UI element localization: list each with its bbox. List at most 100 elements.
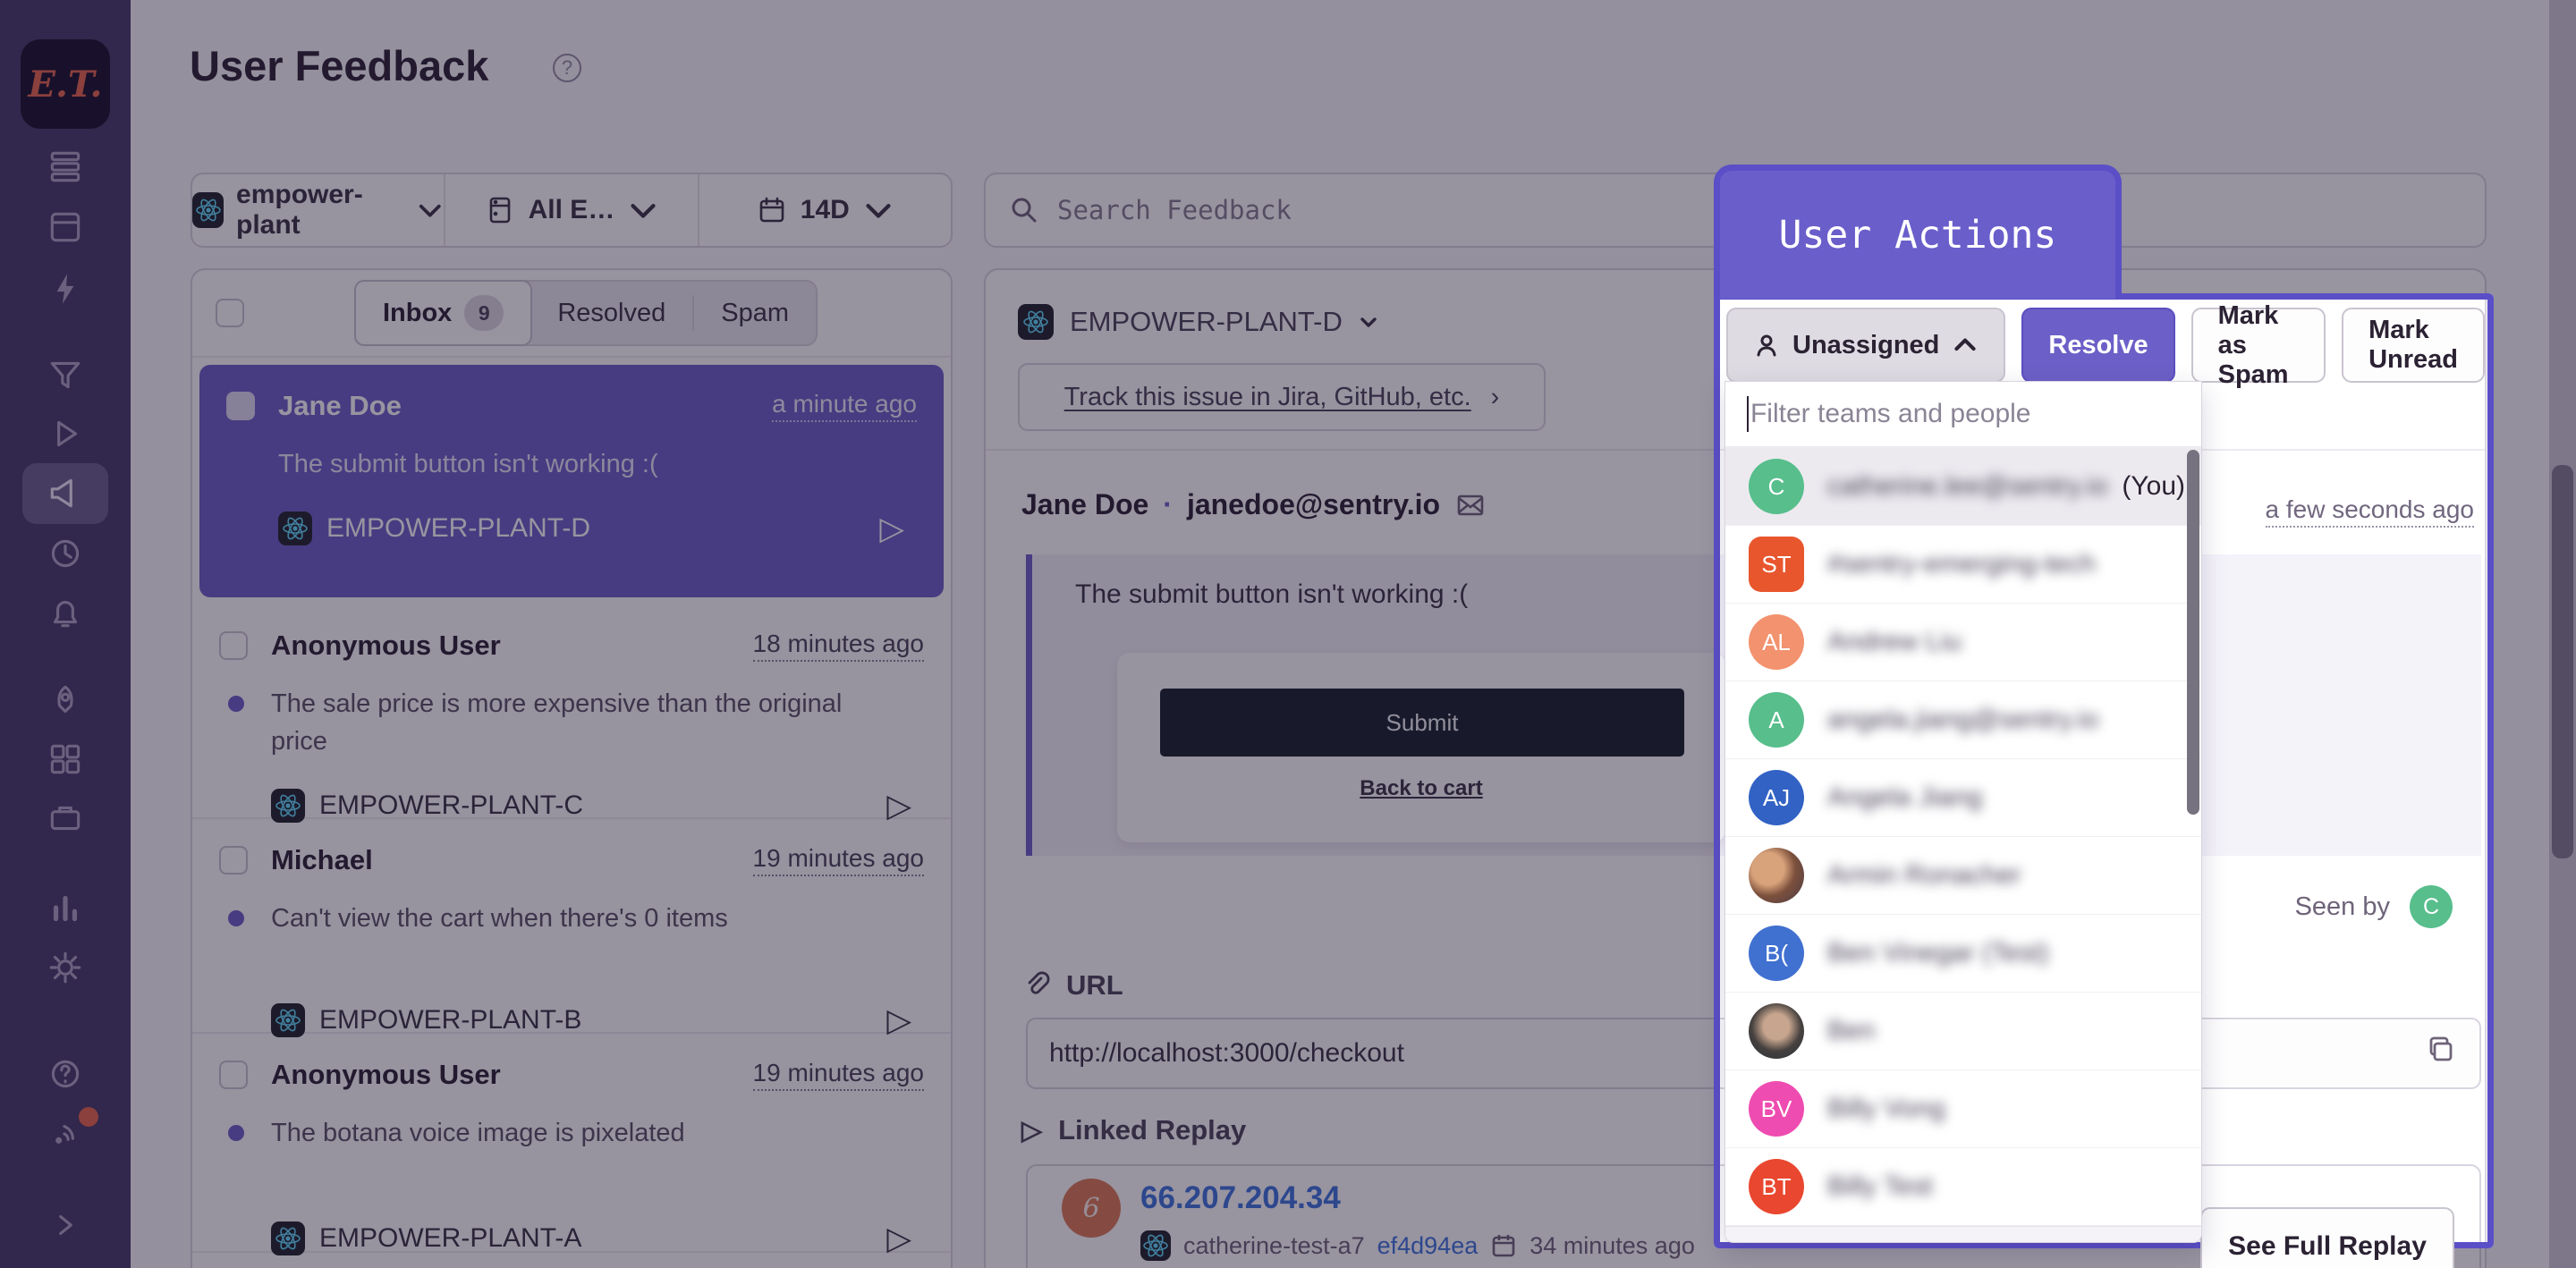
- see-full-replay-button[interactable]: See Full Replay: [2200, 1207, 2454, 1268]
- person-icon: [1753, 332, 1780, 359]
- unread-dot: [228, 910, 244, 926]
- user-avatar: BV: [1749, 1081, 1804, 1137]
- assignee-button-label: Unassigned: [1792, 331, 1939, 360]
- releases-icon[interactable]: [0, 790, 131, 847]
- feedback-list-item-partial[interactable]: [192, 1253, 951, 1268]
- avatar-initial: B(: [1765, 940, 1788, 968]
- replay-user-avatar: 6: [1062, 1179, 1121, 1238]
- feedback-icon[interactable]: [0, 465, 131, 522]
- url-value: http://localhost:3000/checkout: [1049, 1038, 1404, 1069]
- tab-inbox[interactable]: Inbox 9: [354, 280, 532, 346]
- sender-row: Jane Doe · janedoe@sentry.io: [1021, 488, 1487, 521]
- assignee-option[interactable]: BT Billy Test: [1725, 1148, 2201, 1226]
- assignee-option[interactable]: Ben: [1725, 993, 2201, 1070]
- item-checkbox[interactable]: [219, 846, 248, 875]
- assignee-option[interactable]: ST #sentry-emerging-tech: [1725, 526, 2201, 604]
- tab-resolved[interactable]: Resolved: [530, 282, 692, 344]
- assignee-dropdown: C catherine.lee@sentry.io (You) ST #sent…: [1724, 381, 2202, 1243]
- dropdown-scrollbar[interactable]: [2187, 450, 2199, 815]
- play-replay-icon[interactable]: ▷: [879, 510, 904, 547]
- screenshot-submit-label: Submit: [1386, 709, 1459, 737]
- replay-time: 34 minutes ago: [1530, 1232, 1695, 1260]
- mark-as-spam-button[interactable]: Mark as Spam: [2191, 308, 2326, 383]
- play-outline-icon: ▷: [1021, 1115, 1042, 1146]
- avatar-initial: BV: [1761, 1095, 1792, 1123]
- detail-project-select[interactable]: EMPOWER-PLANT-D: [1018, 304, 1378, 340]
- resolve-button[interactable]: Resolve: [2021, 308, 2174, 383]
- broadcast-icon[interactable]: [0, 1105, 131, 1162]
- feedback-list-item[interactable]: Anonymous User 19 minutes ago The botana…: [192, 1034, 951, 1253]
- assignee-filter-input[interactable]: [1750, 399, 2180, 429]
- replays-icon[interactable]: [0, 405, 131, 462]
- unread-dot: [228, 1125, 244, 1141]
- feedback-project-slug: EMPOWER-PLANT-A: [319, 1223, 581, 1254]
- filter-icon[interactable]: [0, 346, 131, 403]
- tab-resolved-label: Resolved: [557, 299, 665, 328]
- org-logo[interactable]: E.T.: [21, 39, 110, 129]
- performance-icon[interactable]: [0, 260, 131, 317]
- help-glyph: ?: [562, 56, 572, 80]
- chevron-down-icon: [1359, 312, 1378, 332]
- mailbox-tabs: Inbox 9 Resolved Spam: [354, 280, 818, 346]
- feedback-list-item[interactable]: Jane Doe a minute ago The submit button …: [199, 365, 944, 597]
- feedback-project-slug: EMPOWER-PLANT-D: [326, 513, 590, 544]
- replay-ip-link[interactable]: 66.207.204.34: [1140, 1180, 1341, 1216]
- detail-project-label: EMPOWER-PLANT-D: [1070, 306, 1343, 338]
- item-checkbox[interactable]: [226, 392, 255, 420]
- page-scrollbar-thumb[interactable]: [2552, 465, 2573, 858]
- tab-spam[interactable]: Spam: [694, 282, 816, 344]
- envelope-icon[interactable]: [1454, 489, 1487, 521]
- inbox-count-badge: 9: [464, 295, 504, 331]
- play-replay-icon[interactable]: ▷: [886, 1220, 911, 1257]
- react-project-icon: [271, 789, 305, 823]
- feedback-time: 19 minutes ago: [753, 844, 924, 876]
- feedback-list-item[interactable]: Michael 19 minutes ago Can't view the ca…: [192, 819, 951, 1034]
- item-checkbox[interactable]: [219, 631, 248, 660]
- search-icon: [1009, 195, 1039, 225]
- assignee-option[interactable]: AJ Angela Jiang: [1725, 759, 2201, 837]
- settings-icon[interactable]: [0, 939, 131, 996]
- feedback-list-item[interactable]: Anonymous User 18 minutes ago The sale p…: [192, 604, 951, 819]
- feedback-preview: The botana voice image is pixelated: [271, 1119, 685, 1147]
- mark-unread-button[interactable]: Mark Unread: [2342, 308, 2485, 383]
- chevron-right-icon: ›: [1491, 383, 1500, 412]
- alerts-icon[interactable]: [0, 583, 131, 640]
- crons-icon[interactable]: [0, 525, 131, 582]
- url-label-text: URL: [1066, 969, 1123, 1002]
- item-checkbox[interactable]: [219, 1061, 248, 1089]
- assignee-option[interactable]: BV Billy Vong: [1725, 1070, 2201, 1148]
- copy-button[interactable]: [2424, 1033, 2458, 1074]
- replay-meta-row: catherine-test-a7 ef4d94ea 34 minutes ag…: [1140, 1230, 1695, 1261]
- assignee-option[interactable]: B( Ben Vinegar (Test): [1725, 915, 2201, 993]
- projects-icon[interactable]: [0, 199, 131, 256]
- environment-filter[interactable]: All E…: [445, 174, 699, 246]
- help-question-icon[interactable]: ?: [553, 54, 581, 82]
- tour-step-title: User Actions: [1779, 213, 2057, 258]
- assignee-option[interactable]: C catherine.lee@sentry.io (You): [1725, 448, 2201, 526]
- react-project-icon: [192, 192, 224, 228]
- react-project-icon: [278, 511, 312, 545]
- assignee-button[interactable]: Unassigned: [1726, 308, 2005, 383]
- launch-icon[interactable]: [0, 672, 131, 730]
- chevron-up-icon: [1952, 332, 1979, 359]
- avatar-initial: AJ: [1763, 784, 1790, 812]
- assignee-option[interactable]: Armin Ronacher: [1725, 837, 2201, 915]
- select-all-checkbox[interactable]: [216, 299, 244, 327]
- assignee-option[interactable]: AL Andrew Liu: [1725, 604, 2201, 681]
- assignee-option[interactable]: A angela.jiang@sentry.io: [1725, 681, 2201, 759]
- date-range-filter[interactable]: 14D: [699, 174, 951, 246]
- stats-icon[interactable]: [0, 880, 131, 937]
- invite-member-row[interactable]: ⊕ Invite Member: [1725, 1226, 2201, 1243]
- list-toolbar: Inbox 9 Resolved Spam: [192, 270, 951, 358]
- help-icon[interactable]: [0, 1045, 131, 1103]
- dashboards-icon[interactable]: [0, 731, 131, 788]
- issues-icon[interactable]: [0, 138, 131, 195]
- invite-member-label: Invite Member: [1793, 1237, 1969, 1244]
- sender-name: Jane Doe: [1021, 488, 1148, 521]
- linked-replay-label[interactable]: ▷ Linked Replay: [1021, 1114, 1246, 1146]
- project-filter-label: empower-plant: [236, 180, 403, 241]
- project-filter[interactable]: empower-plant: [192, 174, 445, 246]
- track-issue-button[interactable]: Track this issue in Jira, GitHub, etc. ›: [1018, 363, 1546, 431]
- assignee-name: Ben: [1827, 1016, 1875, 1046]
- collapse-icon[interactable]: [0, 1196, 131, 1254]
